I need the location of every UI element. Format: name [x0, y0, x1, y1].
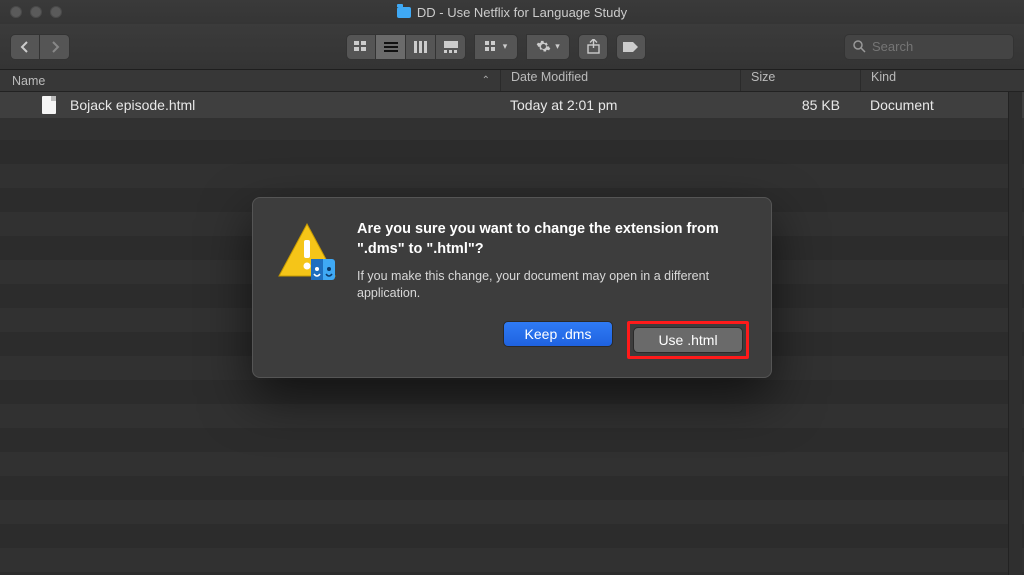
- dialog-body: Are you sure you want to change the exte…: [357, 220, 749, 358]
- grid-small-icon: [485, 41, 499, 53]
- titlebar: DD - Use Netflix for Language Study: [0, 0, 1024, 24]
- grid-icon: [354, 41, 368, 53]
- toolbar: ▾ ▾: [0, 24, 1024, 70]
- column-header: Name ⌃ Date Modified Size Kind: [0, 70, 1024, 92]
- file-size: 85 KB: [740, 97, 860, 113]
- minimize-window-button[interactable]: [30, 6, 42, 18]
- arrange-button[interactable]: ▾: [474, 34, 518, 60]
- action-segment: ▾: [526, 34, 570, 60]
- columns-icon: [414, 41, 428, 53]
- file-name: Bojack episode.html: [70, 97, 195, 113]
- window-controls: [10, 6, 62, 18]
- tags-button[interactable]: [616, 34, 646, 60]
- list-view-button[interactable]: [376, 34, 406, 60]
- search-icon: [853, 40, 866, 53]
- icon-view-button[interactable]: [346, 34, 376, 60]
- view-mode-segment: [346, 34, 466, 60]
- sort-ascending-icon: ⌃: [482, 75, 490, 86]
- file-kind: Document: [860, 97, 1024, 113]
- column-date[interactable]: Date Modified: [500, 70, 740, 91]
- column-kind[interactable]: Kind: [860, 70, 1024, 91]
- highlight-annotation: Use .html: [627, 321, 749, 359]
- dialog-message: If you make this change, your document m…: [357, 268, 749, 303]
- chevron-down-icon: ▾: [503, 41, 508, 52]
- column-view-button[interactable]: [406, 34, 436, 60]
- action-menu-button[interactable]: ▾: [526, 34, 570, 60]
- extension-change-dialog: Are you sure you want to change the exte…: [252, 197, 772, 377]
- tag-icon: [622, 41, 640, 53]
- gear-icon: [536, 39, 551, 54]
- close-window-button[interactable]: [10, 6, 22, 18]
- forward-button[interactable]: [40, 34, 70, 60]
- document-icon: [42, 96, 56, 114]
- chevron-down-icon: ▾: [555, 41, 560, 52]
- dialog-buttons: Keep .dms Use .html: [357, 321, 749, 359]
- window-title: DD - Use Netflix for Language Study: [0, 5, 1024, 20]
- zoom-window-button[interactable]: [50, 6, 62, 18]
- use-extension-button[interactable]: Use .html: [633, 327, 743, 353]
- keep-extension-button[interactable]: Keep .dms: [503, 321, 613, 347]
- column-size[interactable]: Size: [740, 70, 860, 91]
- gallery-icon: [444, 41, 458, 53]
- chevron-left-icon: [20, 41, 30, 53]
- alert-icon: [275, 220, 339, 284]
- window-title-text: DD - Use Netflix for Language Study: [417, 5, 627, 20]
- list-icon: [384, 41, 398, 53]
- search-input[interactable]: [872, 39, 992, 54]
- share-button[interactable]: [578, 34, 608, 60]
- column-name[interactable]: Name ⌃: [0, 74, 500, 88]
- dialog-title: Are you sure you want to change the exte…: [357, 220, 749, 259]
- gallery-view-button[interactable]: [436, 34, 466, 60]
- file-row[interactable]: Bojack episode.html Today at 2:01 pm 85 …: [0, 92, 1024, 118]
- chevron-right-icon: [50, 41, 60, 53]
- search-field[interactable]: [844, 34, 1014, 60]
- finder-window: DD - Use Netflix for Language Study: [0, 0, 1024, 575]
- file-date: Today at 2:01 pm: [500, 97, 740, 113]
- folder-icon: [397, 7, 411, 18]
- arrange-segment: ▾: [474, 34, 518, 60]
- nav-buttons: [10, 34, 70, 60]
- vertical-scrollbar[interactable]: [1008, 92, 1022, 575]
- back-button[interactable]: [10, 34, 40, 60]
- share-icon: [587, 39, 600, 54]
